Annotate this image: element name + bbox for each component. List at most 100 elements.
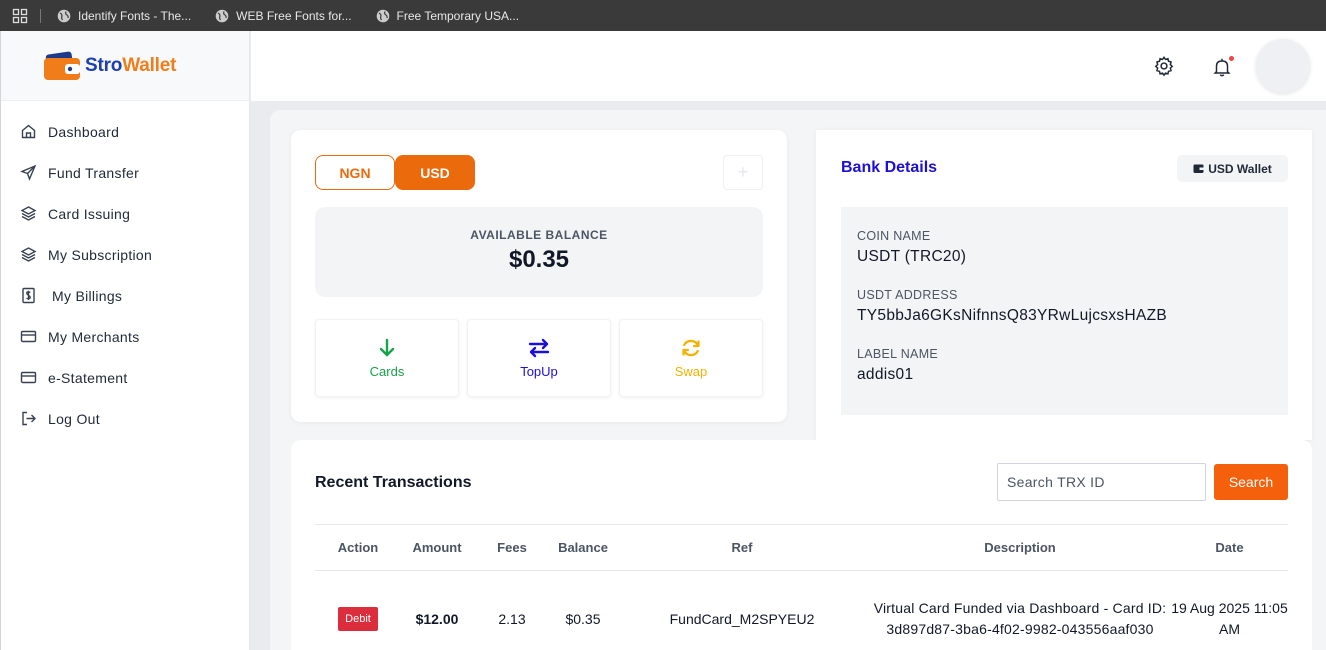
bookmark-label: Identify Fonts - The... (78, 8, 192, 23)
sidebar-item-dashboard[interactable]: Dashboard (1, 111, 249, 152)
bookmark-web-free-fonts[interactable]: WEB Free Fonts for... (215, 8, 352, 23)
main-content: NGN USD + AVAILABLE BALANCE $0.35 Cards … (270, 110, 1326, 650)
brand-name: StroWallet (85, 55, 176, 77)
sidebar-nav: Dashboard Fund Transfer Card Issuing My … (1, 101, 249, 439)
bank-info-panel: COIN NAME USDT (TRC20) USDT ADDRESS TY5b… (841, 207, 1288, 415)
topup-button[interactable]: TopUp (467, 319, 611, 397)
home-icon (21, 124, 36, 139)
column-header-fees: Fees (473, 524, 551, 571)
balance-value: $0.35 (508, 246, 570, 273)
globe-icon (376, 9, 389, 22)
bank-details-title: Bank Details (841, 159, 938, 176)
cards-label: Cards (369, 364, 405, 379)
cell-description: Virtual Card Funded via Dashboard - Card… (873, 599, 1167, 637)
bank-details-card: Bank Details USD Wallet COIN NAME USDT (… (816, 130, 1312, 440)
debit-badge: Debit (338, 606, 378, 631)
sidebar-item-my-merchants[interactable]: My Merchants (1, 316, 249, 357)
currency-tabs: NGN USD (315, 155, 475, 190)
layers-icon (20, 247, 37, 262)
brand-name-part2: Wallet (122, 54, 177, 76)
sidebar-item-label: Card Issuing (48, 205, 131, 222)
add-wallet-button[interactable]: + (723, 155, 763, 190)
bookmarks-bar: Identify Fonts - The... WEB Free Fonts f… (0, 0, 1326, 31)
column-header-balance: Balance (551, 524, 615, 571)
brand-name-part1: Stro (85, 54, 123, 76)
wallet-icon (1193, 164, 1204, 173)
bookmarks-divider (40, 8, 41, 23)
usd-wallet-label: USD Wallet (1208, 161, 1272, 176)
swap-label: Swap (674, 364, 708, 379)
sidebar-item-label: e-Statement (48, 369, 128, 386)
sidebar-item-fund-transfer[interactable]: Fund Transfer (1, 152, 249, 193)
bookmark-label: WEB Free Fonts for... (236, 8, 352, 23)
label-name-label: LABEL NAME (857, 347, 939, 361)
cell-ref: FundCard_M2SPYEU2 (669, 610, 815, 627)
top-header (251, 31, 1326, 101)
sidebar-item-log-out[interactable]: Log Out (1, 398, 249, 439)
coin-name-label: COIN NAME (857, 229, 931, 243)
sidebar-item-label: My Billings (52, 287, 123, 304)
wallet-card: NGN USD + AVAILABLE BALANCE $0.35 Cards … (291, 130, 787, 422)
usd-wallet-button[interactable]: USD Wallet (1177, 155, 1288, 182)
card-icon (20, 371, 37, 384)
notification-dot (1229, 56, 1234, 61)
sidebar-item-my-subscription[interactable]: My Subscription (1, 234, 249, 275)
apps-grid-icon[interactable] (0, 0, 40, 31)
recent-transactions-title: Recent Transactions (315, 474, 472, 491)
cell-balance: $0.35 (565, 610, 601, 627)
search-button[interactable]: Search (1214, 464, 1288, 500)
column-header-description: Description (869, 524, 1171, 571)
sidebar: StroWallet Dashboard Fund Transfer Card … (0, 31, 250, 650)
logo[interactable]: StroWallet (1, 31, 249, 101)
cell-date: 19 Aug 2025 11:05 AM (1171, 599, 1288, 637)
table-row[interactable]: Debit $12.00 2.13 $0.35 FundCard_M2SPYEU… (315, 571, 1288, 650)
arrow-down-icon (379, 338, 395, 357)
usdt-address-label: USDT ADDRESS (857, 288, 958, 302)
usdt-address-value: TY5bbJa6GKsNifnnsQ83YRwLujcsxsHAZB (857, 307, 1167, 324)
logout-icon (22, 411, 36, 426)
transactions-table: Action Amount Fees Balance Ref Descripti… (315, 524, 1288, 650)
column-header-date: Date (1171, 524, 1288, 571)
sidebar-item-e-statement[interactable]: e-Statement (1, 357, 249, 398)
bookmark-identify-fonts[interactable]: Identify Fonts - The... (57, 9, 191, 23)
card-icon (20, 330, 37, 343)
recent-transactions-card: Recent Transactions Search Action Amount… (291, 440, 1312, 650)
dollar-file-icon (22, 287, 35, 304)
sidebar-item-my-billings[interactable]: My Billings (1, 275, 249, 316)
balance-label: AVAILABLE BALANCE (470, 228, 608, 242)
globe-icon (215, 9, 229, 22)
sidebar-item-card-issuing[interactable]: Card Issuing (1, 193, 249, 234)
column-header-ref: Ref (615, 524, 869, 571)
swap-arrows-icon (528, 338, 550, 358)
sidebar-item-label: My Merchants (48, 328, 140, 345)
sidebar-item-label: My Subscription (48, 246, 153, 263)
bookmark-free-temporary-usa[interactable]: Free Temporary USA... (376, 9, 519, 23)
bookmark-label: Free Temporary USA... (396, 8, 520, 23)
balance-box: AVAILABLE BALANCE $0.35 (315, 207, 763, 297)
coin-name-value: USDT (TRC20) (857, 248, 967, 265)
sidebar-item-label: Log Out (48, 410, 100, 427)
settings-gear-icon[interactable] (1153, 55, 1175, 77)
wallet-actions: Cards TopUp Swap (315, 319, 763, 397)
label-name-value: addis01 (857, 366, 914, 383)
avatar[interactable] (1256, 39, 1310, 93)
search-trx-input[interactable] (997, 463, 1206, 501)
refresh-icon (682, 339, 700, 357)
send-icon (20, 164, 37, 181)
sidebar-item-label: Fund Transfer (48, 164, 140, 181)
tab-ngn[interactable]: NGN (315, 155, 395, 190)
cell-amount: $12.00 (415, 610, 459, 627)
sidebar-item-label: Dashboard (48, 123, 120, 140)
topup-label: TopUp (520, 364, 558, 379)
tab-usd[interactable]: USD (395, 155, 475, 190)
cards-button[interactable]: Cards (315, 319, 459, 397)
column-header-action: Action (315, 524, 401, 571)
table-header-row: Action Amount Fees Balance Ref Descripti… (315, 524, 1288, 571)
wallet-logo-icon (44, 51, 80, 80)
cell-action: Debit (315, 571, 401, 650)
swap-button[interactable]: Swap (619, 319, 763, 397)
cell-fees: 2.13 (498, 610, 526, 627)
globe-icon (57, 9, 71, 22)
layers-icon (20, 206, 37, 221)
column-header-amount: Amount (401, 524, 473, 571)
